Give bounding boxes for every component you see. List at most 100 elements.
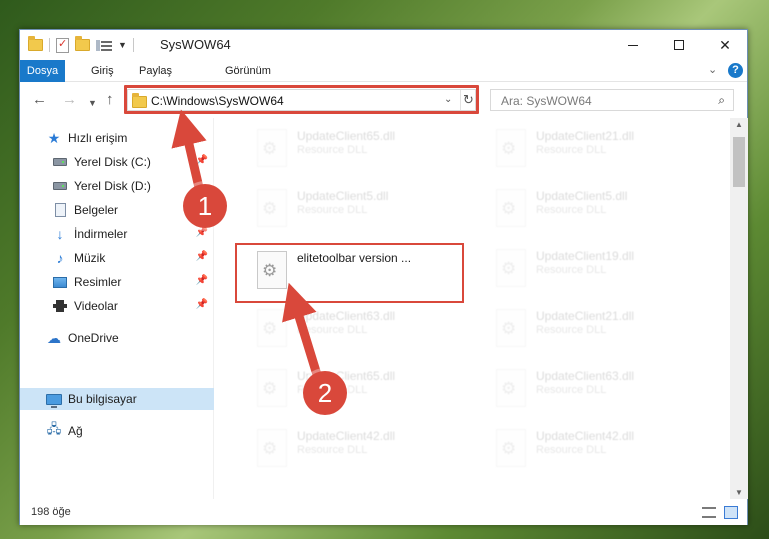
document-icon (52, 203, 68, 217)
hard-disk-icon (52, 179, 68, 193)
dll-file-icon (257, 429, 287, 467)
large-icons-view-icon[interactable] (724, 506, 738, 519)
sidebar-item-label: Hızlı erişim (68, 131, 128, 145)
recent-locations-chevron-icon[interactable]: ▼ (88, 95, 97, 111)
toolbar-divider (132, 38, 134, 52)
tab-home[interactable]: Giriş (91, 60, 114, 82)
sidebar-item-onedrive[interactable]: ☁ OneDrive (20, 327, 214, 349)
scroll-thumb[interactable] (733, 137, 745, 187)
close-icon: ✕ (719, 36, 731, 53)
file-type: Resource DLL (536, 384, 607, 396)
file-tile[interactable]: UpdateClient21.dll Resource DLL (488, 123, 708, 173)
file-type: Resource DLL (536, 264, 607, 276)
search-input[interactable]: Ara: SysWOW64 ⌕ (490, 89, 734, 111)
back-arrow-icon[interactable]: ← (32, 92, 47, 108)
file-tile[interactable]: UpdateClient63.dll Resource DLL (249, 303, 469, 353)
file-type: Resource DLL (297, 144, 368, 156)
file-tile[interactable]: UpdateClient65.dll Resource DLL (249, 123, 469, 173)
dll-file-icon (257, 369, 287, 407)
minimize-icon (628, 44, 638, 46)
file-name: UpdateClient42.dll (536, 429, 635, 443)
close-button[interactable]: ✕ (702, 30, 748, 60)
dll-file-icon (257, 129, 287, 167)
file-type: Resource DLL (536, 444, 607, 456)
file-tile[interactable]: UpdateClient5.dll Resource DLL (249, 183, 469, 233)
computer-monitor-icon (46, 392, 62, 408)
file-name: UpdateClient42.dll (297, 429, 396, 443)
up-arrow-icon[interactable]: ↑ (106, 92, 114, 108)
scroll-down-arrow-icon[interactable]: ▼ (730, 488, 748, 497)
cloud-icon: ☁ (47, 329, 61, 346)
file-type: Resource DLL (297, 444, 368, 456)
download-arrow-icon: ↓ (56, 226, 64, 242)
pin-icon[interactable]: 📌 (196, 251, 208, 262)
dll-file-icon (496, 189, 526, 227)
sidebar-item-label: Videolar (74, 299, 118, 313)
star-icon: ★ (47, 129, 61, 146)
sidebar-item-label: Müzik (74, 251, 106, 265)
tab-view[interactable]: Görünüm (225, 60, 271, 82)
customize-toolbar-chevron-icon[interactable]: ▼ (118, 40, 127, 50)
dll-file-icon (496, 249, 526, 287)
sidebar-item-label: Ağ (68, 424, 83, 438)
pin-icon[interactable]: 📌 (196, 227, 208, 238)
file-type: Resource DLL (536, 324, 607, 336)
sidebar-item-downloads[interactable]: ↓ İndirmeler 📌 (20, 223, 214, 245)
pin-icon[interactable]: 📌 (196, 299, 208, 310)
new-folder-icon[interactable] (75, 36, 90, 51)
search-icon: ⌕ (718, 93, 725, 107)
quick-access-toolbar: ▼ (28, 36, 134, 54)
details-view-icon[interactable] (702, 507, 716, 518)
tab-share[interactable]: Paylaş (139, 60, 172, 82)
dll-file-icon (257, 309, 287, 347)
toolbar-divider (49, 38, 50, 52)
sidebar-item-local-disk-c[interactable]: Yerel Disk (C:) 📌 (20, 151, 214, 173)
file-tile[interactable]: UpdateClient21.dll Resource DLL (488, 303, 708, 353)
file-tile[interactable]: UpdateClient19.dll Resource DLL (488, 243, 708, 293)
maximize-button[interactable] (656, 30, 702, 60)
dll-file-icon (496, 129, 526, 167)
pin-icon[interactable]: 📌 (196, 275, 208, 286)
file-tile[interactable]: UpdateClient42.dll Resource DLL (488, 423, 708, 473)
scroll-up-arrow-icon[interactable]: ▲ (730, 120, 748, 129)
file-name: UpdateClient21.dll (536, 309, 635, 323)
file-tile[interactable]: UpdateClient63.dll Resource DLL (488, 363, 708, 413)
expand-ribbon-chevron-icon[interactable]: ⌄ (708, 63, 717, 76)
network-icon: 🖧 (46, 421, 62, 436)
sidebar-item-this-pc[interactable]: Bu bilgisayar (20, 388, 214, 410)
title-bar: ▼ SysWOW64 ✕ (20, 30, 747, 60)
properties-list-icon[interactable] (96, 39, 112, 52)
navigation-pane: ★ Hızlı erişim Yerel Disk (C:) 📌 Yerel D… (20, 118, 214, 499)
sidebar-item-videos[interactable]: Videolar 📌 (20, 295, 214, 317)
sidebar-item-pictures[interactable]: Resimler 📌 (20, 271, 214, 293)
properties-check-icon[interactable] (56, 37, 69, 53)
explorer-window: ▼ SysWOW64 ✕ Dosya Giriş Paylaş Görünüm … (19, 29, 748, 525)
sidebar-item-quick-access[interactable]: ★ Hızlı erişim (20, 127, 214, 149)
tab-file[interactable]: Dosya (20, 60, 65, 82)
file-tile[interactable]: UpdateClient42.dll Resource DLL (249, 423, 469, 473)
forward-arrow-icon[interactable]: → (62, 92, 77, 108)
ribbon-tab-bar: Dosya Giriş Paylaş Görünüm ⌄ ? (20, 60, 747, 82)
vertical-scrollbar[interactable]: ▲ ▼ (730, 118, 748, 499)
minimize-button[interactable] (610, 30, 656, 60)
help-icon[interactable]: ? (728, 63, 743, 78)
dll-file-icon (496, 429, 526, 467)
folder-icon (28, 36, 43, 51)
sidebar-item-local-disk-d[interactable]: Yerel Disk (D:) (20, 175, 214, 197)
sidebar-item-label: Yerel Disk (D:) (74, 179, 151, 193)
file-tile[interactable]: UpdateClient65.dll Resource DLL (249, 363, 469, 413)
navigation-bar: ← → ▼ ↑ C:\Windows\SysWOW64 ⌄ ↻ Ara: Sys… (20, 82, 747, 118)
sidebar-item-label: Yerel Disk (C:) (74, 155, 151, 169)
sidebar-item-network[interactable]: 🖧 Ağ (20, 420, 214, 442)
callout-badge-1: 1 (183, 184, 227, 228)
file-name: UpdateClient65.dll (297, 129, 396, 143)
sidebar-item-label: OneDrive (68, 331, 119, 345)
pin-icon[interactable]: 📌 (196, 155, 208, 166)
status-bar: 198 öğe (20, 499, 747, 525)
dll-file-icon (496, 369, 526, 407)
sidebar-item-music[interactable]: ♪ Müzik 📌 (20, 247, 214, 269)
file-type: Resource DLL (297, 324, 368, 336)
file-type: Resource DLL (536, 144, 607, 156)
file-tile[interactable]: UpdateClient5.dll Resource DLL (488, 183, 708, 233)
address-highlight-box (124, 85, 479, 114)
